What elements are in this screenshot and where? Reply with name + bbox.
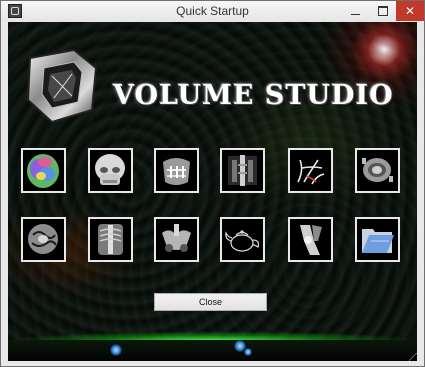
- tile-brain-slice[interactable]: [21, 217, 66, 262]
- skull-thumbnail: [95, 154, 125, 185]
- brain-slice-thumbnail: [28, 224, 58, 254]
- minimize-button[interactable]: [342, 1, 369, 21]
- floor-band: [8, 340, 417, 361]
- title-bar[interactable]: Quick Startup ✕: [1, 1, 424, 21]
- pelvis-scan-thumbnail: [162, 224, 191, 252]
- logo-title: VOLUME STUDIO: [113, 80, 394, 111]
- resize-grip[interactable]: [409, 353, 417, 361]
- tile-torso-scan[interactable]: [88, 217, 133, 262]
- close-button[interactable]: Close: [154, 293, 267, 311]
- blue-spark-left: [110, 344, 122, 356]
- startup-panel: VOLUME STUDIO Close: [8, 22, 417, 361]
- ct-head-color-thumbnail: [27, 154, 59, 188]
- vessels-thumbnail: [297, 159, 325, 185]
- torso-scan-thumbnail: [98, 224, 123, 255]
- close-icon: ✕: [404, 4, 416, 18]
- tile-open-folder[interactable]: [355, 217, 400, 262]
- window-close-button[interactable]: ✕: [396, 1, 424, 21]
- tile-skull[interactable]: [88, 148, 133, 193]
- tile-vessels[interactable]: [288, 148, 333, 193]
- maximize-button[interactable]: [369, 1, 396, 21]
- spine-scan-thumbnail: [228, 155, 257, 186]
- teapot-thumbnail: [225, 230, 260, 252]
- tile-pelvis-scan[interactable]: [154, 217, 199, 262]
- open-folder-icon: [362, 229, 394, 253]
- blue-spark-small: [244, 348, 252, 356]
- tile-engine-part[interactable]: [355, 148, 400, 193]
- dental-scan-thumbnail: [163, 158, 190, 185]
- engine-part-thumbnail: [362, 158, 393, 182]
- volume-cube-logo: [26, 48, 98, 124]
- minimize-icon: [351, 14, 360, 15]
- tile-dental-scan[interactable]: [154, 148, 199, 193]
- tile-leg-scan[interactable]: [288, 217, 333, 262]
- quick-startup-window: Quick Startup ✕ VOLUME STUDIO Close: [0, 0, 425, 367]
- leg-scan-thumbnail: [300, 225, 322, 255]
- tile-teapot[interactable]: [220, 217, 265, 262]
- tile-ct-head-color[interactable]: [21, 148, 66, 193]
- tile-spine-scan[interactable]: [220, 148, 265, 193]
- maximize-icon: [377, 6, 388, 16]
